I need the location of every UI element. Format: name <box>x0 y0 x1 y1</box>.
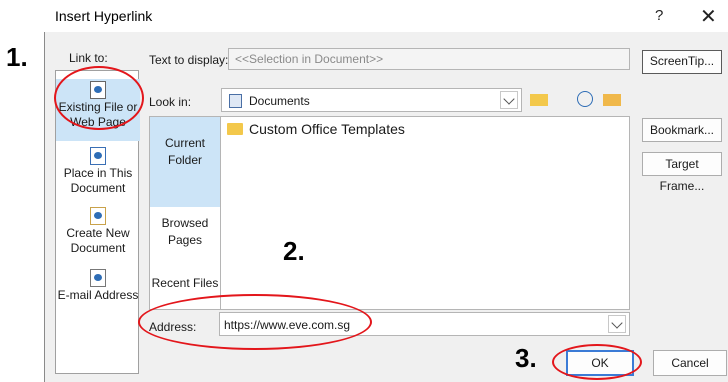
document-place-icon <box>90 147 106 165</box>
globe-search-icon <box>577 91 593 107</box>
location-nav: Current Folder Browsed Pages Recent File… <box>149 116 221 310</box>
nav-recent-files[interactable]: Recent Files <box>150 275 220 295</box>
nav-current-folder[interactable]: Current Folder <box>150 117 220 207</box>
open-folder-icon <box>603 94 621 106</box>
callout-2: 2. <box>283 236 305 266</box>
up-folder-button[interactable] <box>527 88 551 110</box>
file-list[interactable]: Custom Office Templates <box>220 116 630 310</box>
look-in-select[interactable]: Documents <box>221 88 522 112</box>
look-in-dropdown-button[interactable] <box>500 91 518 109</box>
link-to-label: Link to: <box>69 51 108 65</box>
nav-browsed-pages[interactable]: Browsed Pages <box>150 215 220 255</box>
target-frame-button[interactable]: Target Frame... <box>642 152 722 193</box>
list-item[interactable]: Custom Office Templates <box>227 121 405 137</box>
text-to-display-label: Text to display: <box>149 53 229 67</box>
text-to-display-input[interactable]: <<Selection in Document>> <box>228 48 630 70</box>
annotation-ellipse-1 <box>54 66 144 130</box>
bookmark-button[interactable]: Bookmark... <box>642 118 722 142</box>
callout-3: 3. <box>515 343 537 373</box>
chevron-down-icon <box>503 93 515 105</box>
email-icon <box>90 269 106 287</box>
link-to-email-address[interactable]: E-mail Address <box>56 267 140 303</box>
address-dropdown-button[interactable] <box>608 315 626 333</box>
callout-1: 1. <box>6 42 28 72</box>
chevron-down-icon <box>611 317 623 329</box>
new-document-icon <box>90 207 106 225</box>
help-button[interactable]: ? <box>655 7 663 24</box>
folder-up-icon <box>530 94 548 106</box>
look-in-label: Look in: <box>149 95 192 109</box>
browse-web-button[interactable] <box>573 88 597 110</box>
close-button[interactable]: ✕ <box>700 4 717 29</box>
browse-file-button[interactable] <box>600 88 624 110</box>
cancel-button[interactable]: Cancel <box>653 350 727 376</box>
link-to-place-in-document[interactable]: Place in This Document <box>56 145 140 195</box>
screentip-button[interactable]: ScreenTip... <box>642 50 722 74</box>
annotation-ellipse-2 <box>138 294 372 350</box>
documents-icon <box>229 94 242 108</box>
annotation-ellipse-3 <box>552 344 642 380</box>
dialog-title: Insert Hyperlink <box>55 8 153 24</box>
folder-icon <box>227 123 243 135</box>
link-to-create-new-document[interactable]: Create New Document <box>56 205 140 255</box>
